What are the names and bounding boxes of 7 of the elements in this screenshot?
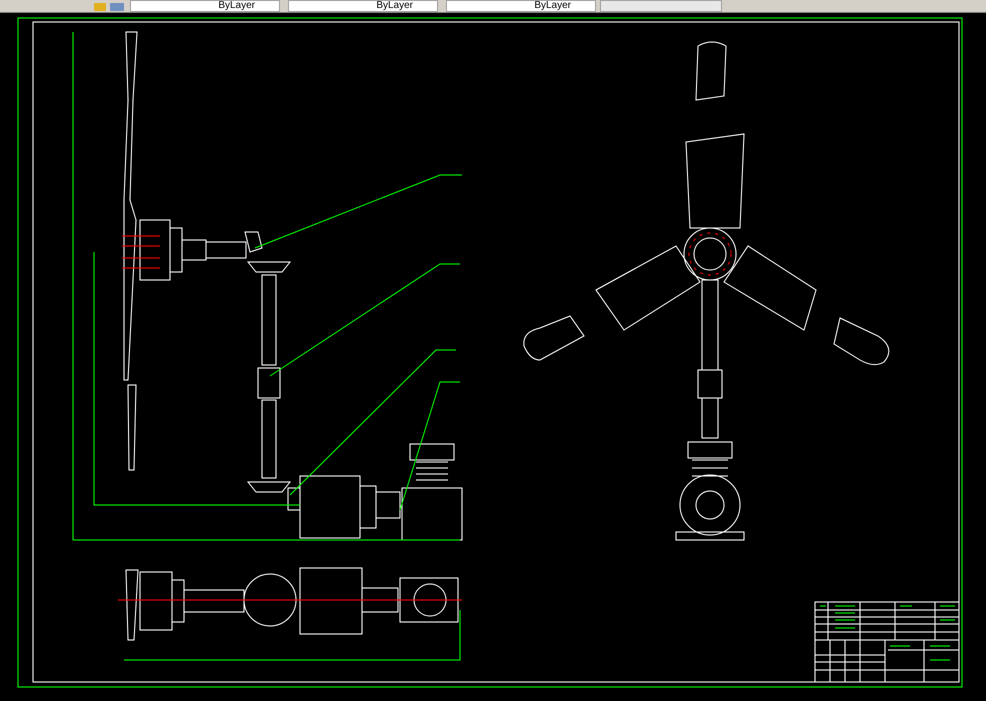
hub-bolt-marks xyxy=(688,232,732,276)
dropdown[interactable] xyxy=(600,0,722,12)
layer-dropdown[interactable]: ByLayer xyxy=(288,0,438,12)
layer-dropdown[interactable]: ByLayer xyxy=(130,0,280,12)
layer-icon[interactable] xyxy=(92,1,126,12)
bolt-marks-drawing xyxy=(122,236,160,268)
layer-dropdown[interactable]: ByLayer xyxy=(446,0,596,12)
